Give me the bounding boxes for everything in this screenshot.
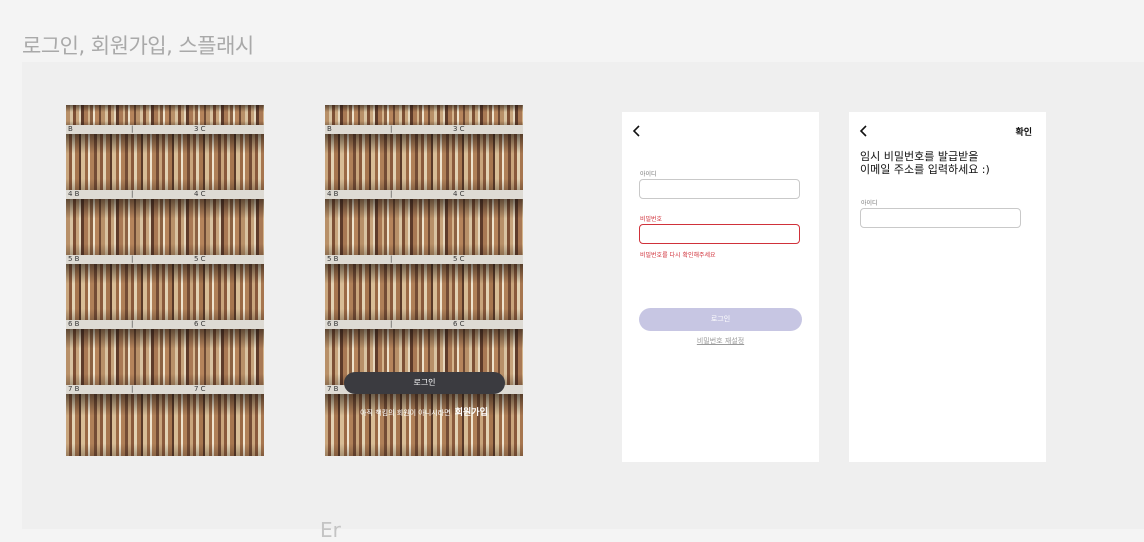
shelf-ledge: 6 B | 6 C: [325, 320, 523, 329]
shelf-label: |: [131, 190, 134, 198]
shelf-ledge: 5 B | 5 C: [66, 255, 264, 264]
shelf-label: 6 C: [194, 320, 206, 328]
back-arrow-icon[interactable]: [631, 124, 643, 138]
shelf-label: |: [390, 125, 393, 133]
shelf-label: 4 C: [453, 190, 465, 198]
book-row: [66, 394, 264, 456]
shelf-ledge: 5 B | 5 C: [325, 255, 523, 264]
login-screen: 아이디 비밀번호 비밀번호를 다시 확인해주세요 로그인 비밀번호 재설정: [622, 112, 819, 462]
shelf-label: 5 B: [327, 255, 339, 263]
shelf-label: 5 B: [68, 255, 80, 263]
shelf-label: |: [131, 320, 134, 328]
shelf-label: 4 B: [68, 190, 80, 198]
shelf-ledge: 4 B | 4 C: [66, 190, 264, 199]
book-row: [66, 329, 264, 385]
book-row: [66, 264, 264, 320]
shelf-ledge: B | 3 C: [325, 125, 523, 134]
shelf-ledge: B | 3 C: [66, 125, 264, 134]
login-button[interactable]: 로그인: [639, 308, 802, 331]
book-row: [66, 134, 264, 190]
book-row: [66, 105, 264, 125]
signup-prompt: 아직 책킴의 회원이 아니시라면 회원가입: [325, 405, 523, 418]
shelf-ledge: 4 B | 4 C: [325, 190, 523, 199]
shelf-label: |: [390, 255, 393, 263]
reset-password-link[interactable]: 비밀번호 재설정: [622, 336, 819, 346]
shelf-label: 7 B: [68, 385, 80, 393]
password-label: 비밀번호: [640, 216, 663, 223]
book-row: [325, 264, 523, 320]
shelf-label: |: [131, 255, 134, 263]
shelf-label: 4 C: [194, 190, 206, 198]
bottom-cutoff-label: Er: [320, 518, 341, 542]
password-input[interactable]: [639, 224, 800, 244]
shelf-label: |: [390, 190, 393, 198]
landing-login-button[interactable]: 로그인: [344, 372, 505, 394]
shelf-label: |: [131, 125, 134, 133]
landing-screen: B|3 C4 B|4 C5 B|5 C6 B|6 C7 B|7 C로그인 아직 …: [325, 105, 523, 456]
shelf-ledge: 7 B | 7 C: [66, 385, 264, 394]
shelf-label: B: [68, 125, 73, 133]
shelf-label: 6 C: [453, 320, 465, 328]
signup-link[interactable]: 회원가입: [455, 408, 488, 418]
book-row: [66, 199, 264, 255]
reset-heading-line2: 이메일 주소를 입력하세요 :): [860, 163, 990, 176]
confirm-button[interactable]: 확인: [1015, 125, 1032, 138]
book-row: [325, 394, 523, 456]
shelf-label: 5 C: [453, 255, 465, 263]
book-row: [325, 134, 523, 190]
shelf-label: |: [131, 385, 134, 393]
shelf-ledge: 6 B | 6 C: [66, 320, 264, 329]
splash-screen: B | 3 C 4 B | 4 C 5 B | 5 C 6 B | 6 C 7 B | 7 C: [66, 105, 264, 456]
id-label: 아이디: [640, 171, 657, 178]
signup-prompt-text: 아직 책킴의 회원이 아니시라면: [360, 409, 451, 417]
shelf-label: 7 C: [194, 385, 206, 393]
reset-heading: 임시 비밀번호를 발급받을 이메일 주소를 입력하세요 :): [860, 150, 990, 176]
page-title: 로그인, 회원가입, 스플래시: [22, 34, 254, 58]
shelf-label: 3 C: [194, 125, 206, 133]
shelf-label: |: [390, 320, 393, 328]
book-row: [325, 199, 523, 255]
reset-id-input[interactable]: [860, 208, 1021, 228]
shelf-label: B: [327, 125, 332, 133]
password-reset-screen: 확인 임시 비밀번호를 발급받을 이메일 주소를 입력하세요 :) 아이디: [849, 112, 1046, 462]
shelf-label: 6 B: [327, 320, 339, 328]
back-arrow-icon[interactable]: [858, 124, 870, 138]
id-input[interactable]: [639, 179, 800, 199]
shelf-label: 7 B: [327, 385, 339, 393]
reset-heading-line1: 임시 비밀번호를 발급받을: [860, 150, 979, 163]
reset-id-label: 아이디: [861, 200, 878, 207]
password-error-message: 비밀번호를 다시 확인해주세요: [640, 252, 716, 259]
shelf-label: 5 C: [194, 255, 206, 263]
shelf-label: 6 B: [68, 320, 80, 328]
shelf-label: 3 C: [453, 125, 465, 133]
book-row: [325, 105, 523, 125]
design-canvas: B | 3 C 4 B | 4 C 5 B | 5 C 6 B | 6 C 7 B | 7 C B | 3 C 4…: [22, 62, 1144, 529]
shelf-label: 4 B: [327, 190, 339, 198]
